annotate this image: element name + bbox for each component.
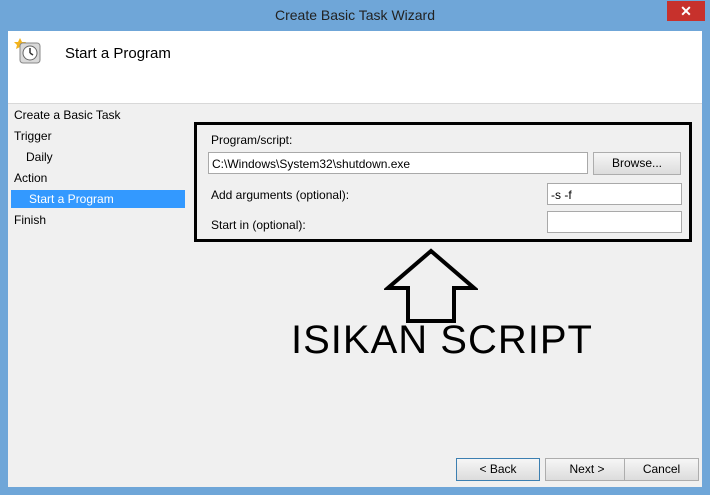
wizard-client: Start a Program Create a Basic Task Trig… [8,31,702,487]
browse-button[interactable]: Browse... [593,152,681,175]
add-arguments-input[interactable]: -s -f [547,183,682,205]
clock-icon [14,38,41,64]
start-in-label: Start in (optional): [211,218,306,232]
page-title: Start a Program [65,45,171,62]
add-arguments-label: Add arguments (optional): [211,188,350,202]
start-in-input[interactable] [547,211,682,233]
back-button[interactable]: < Back [456,458,540,481]
wizard-window: Create Basic Task Wizard ✕ Start a Progr… [0,0,710,495]
title-bar[interactable]: Create Basic Task Wizard ✕ [0,0,710,31]
cancel-button[interactable]: Cancel [624,458,699,481]
wizard-header: Start a Program [8,31,702,104]
step-trigger[interactable]: Trigger [8,127,52,145]
program-script-input[interactable]: C:\Windows\System32\shutdown.exe [208,152,588,174]
window-title: Create Basic Task Wizard [274,7,435,23]
close-icon[interactable]: ✕ [667,1,705,21]
highlight-frame: Program/script: C:\Windows\System32\shut… [194,122,692,242]
step-daily[interactable]: Daily [8,148,53,166]
step-start-a-program[interactable]: Start a Program [11,190,185,208]
arrow-up-icon [384,248,478,323]
step-action[interactable]: Action [8,169,47,187]
next-button[interactable]: Next > [545,458,629,481]
step-create-basic-task[interactable]: Create a Basic Task [8,106,121,124]
program-script-label: Program/script: [211,133,293,147]
step-finish[interactable]: Finish [8,211,46,229]
annotation-text: ISIKAN SCRIPT [291,318,593,362]
